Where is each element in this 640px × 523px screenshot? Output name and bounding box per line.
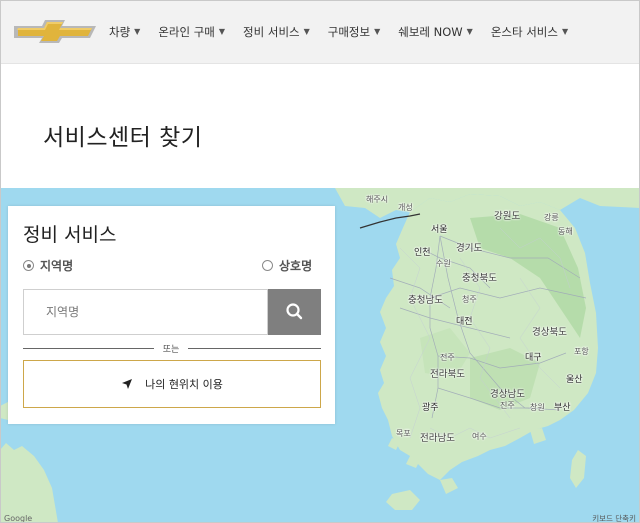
nav-item-onstar[interactable]: 온스타 서비스 ▼ <box>482 24 577 40</box>
title-area: 서비스센터 찾기 <box>0 64 640 188</box>
caret-down-icon: ▼ <box>134 27 141 36</box>
use-my-location-button[interactable]: 나의 현위치 이용 <box>23 360 321 408</box>
nav-item-label: 온스타 서비스 <box>490 24 558 39</box>
service-search-panel: 정비 서비스 지역명 상호명 또는 나의 현위치 이용 <box>8 206 335 424</box>
use-my-location-label: 나의 현위치 이용 <box>145 378 223 391</box>
page-title: 서비스센터 찾기 <box>43 125 203 151</box>
radio-name-control[interactable] <box>262 260 273 271</box>
nav-item-label: 구매정보 <box>327 24 371 39</box>
map-label-changwon: 창원 <box>530 403 545 412</box>
map-label-haeju: 해주시 <box>366 195 389 204</box>
radio-name-label: 상호명 <box>279 259 313 273</box>
nav-item-chevrolet-now[interactable]: 쉐보레 NOW ▼ <box>389 24 482 40</box>
nav-item-label: 차량 <box>109 24 131 39</box>
map-label-jinju: 진주 <box>500 401 515 410</box>
caret-down-icon: ▼ <box>374 27 381 36</box>
map-label-chungnam: 충청남도 <box>408 295 443 306</box>
map-label-daejeon: 대전 <box>456 317 473 327</box>
map-label-jeonbuk: 전라북도 <box>430 369 465 380</box>
nav-item-label: 쉐보레 NOW <box>398 24 463 39</box>
map-label-busan: 부산 <box>554 403 571 413</box>
nav-item-service[interactable]: 정비 서비스 ▼ <box>234 24 319 40</box>
site-header: 차량 ▼ 온라인 구매 ▼ 정비 서비스 ▼ 구매정보 ▼ 쉐보레 NOW ▼ 온스타 서… <box>0 0 640 64</box>
main-nav: 차량 ▼ 온라인 구매 ▼ 정비 서비스 ▼ 구매정보 ▼ 쉐보레 NOW ▼ 온스타 서… <box>100 0 577 63</box>
location-arrow-icon <box>121 378 133 390</box>
map-label-chungbuk: 충청북도 <box>462 273 497 284</box>
map-label-jeonnam: 전라남도 <box>420 433 455 444</box>
radio-region[interactable]: 지역명 <box>23 257 73 274</box>
nav-item-purchase-info[interactable]: 구매정보 ▼ <box>319 24 389 40</box>
map-label-cheongju: 청주 <box>462 295 477 304</box>
caret-down-icon: ▼ <box>218 27 226 36</box>
map-label-gangwon: 강원도 <box>494 211 521 222</box>
map-label-pohang: 포항 <box>574 347 589 356</box>
google-attribution: Google <box>4 514 33 523</box>
search-button[interactable] <box>268 289 321 335</box>
radio-region-label: 지역명 <box>40 259 74 273</box>
caret-down-icon: ▼ <box>561 27 569 36</box>
nav-item-label: 온라인 구매 <box>158 24 215 39</box>
map-label-donghae: 동해 <box>558 227 573 236</box>
divider-left <box>23 348 154 349</box>
nav-item-online-purchase[interactable]: 온라인 구매 ▼ <box>149 24 234 40</box>
nav-item-vehicles[interactable]: 차량 ▼ <box>100 24 149 40</box>
map-label-incheon: 인천 <box>414 248 431 258</box>
map-label-seoul: 서울 <box>431 225 448 235</box>
panel-title: 정비 서비스 <box>23 224 117 246</box>
chevrolet-bowtie-icon[interactable] <box>12 14 98 44</box>
divider-text: 또는 <box>162 345 180 355</box>
map-label-jeonju: 전주 <box>440 353 455 362</box>
caret-down-icon: ▼ <box>466 27 473 36</box>
radio-region-control[interactable] <box>23 260 34 271</box>
nav-item-label: 정비 서비스 <box>243 24 300 39</box>
map-label-gyeonggi: 경기도 <box>456 243 483 254</box>
divider-right <box>188 348 321 349</box>
map-label-daegu: 대구 <box>525 353 542 363</box>
caret-down-icon: ▼ <box>303 27 310 36</box>
map-label-suwon: 수원 <box>436 259 451 268</box>
map-label-gangneung: 강릉 <box>544 213 559 222</box>
radio-name[interactable]: 상호명 <box>262 257 312 274</box>
map-label-gyeongbuk: 경상북도 <box>532 327 567 338</box>
map-label-ulsan: 울산 <box>566 375 583 385</box>
map-label-kaesong: 개성 <box>398 203 413 212</box>
map-label-gwangju: 광주 <box>422 403 439 413</box>
region-search-input[interactable] <box>23 289 268 335</box>
search-icon <box>286 303 303 320</box>
map-label-yeosu: 여수 <box>472 432 487 441</box>
map-shortcuts-link[interactable]: 키보드 단축키 <box>592 513 636 523</box>
map-label-mokpo: 목포 <box>396 429 411 438</box>
map-label-gyeongnam: 경상남도 <box>490 389 525 400</box>
